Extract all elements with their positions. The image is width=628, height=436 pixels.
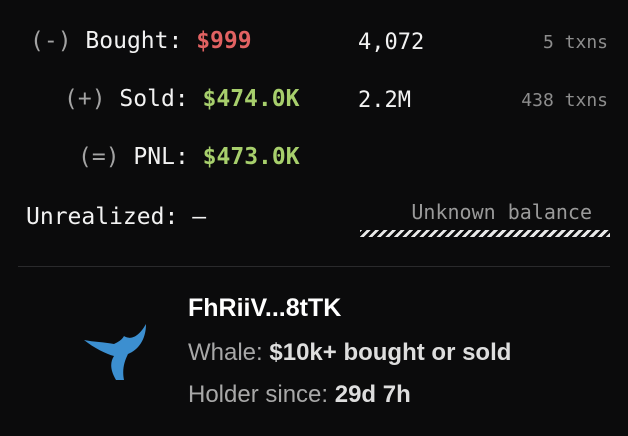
- unrealized-value: –: [192, 204, 207, 230]
- bought-quantity: 4,072: [358, 30, 425, 55]
- section-divider: [18, 266, 610, 267]
- sold-txns: 438 txns: [521, 90, 608, 111]
- bought-txns: 5 txns: [542, 32, 608, 53]
- sold-sign: (+): [64, 86, 106, 112]
- pnl-sign: (=): [78, 144, 120, 170]
- sold-quantity: 2.2M: [358, 88, 411, 113]
- whale-value: $10k+ bought or sold: [269, 339, 512, 366]
- unknown-balance-stripe: [360, 230, 610, 237]
- bought-label: Bought:: [85, 28, 183, 54]
- sold-amount: $474.0K: [202, 86, 300, 112]
- pnl-amount: $473.0K: [202, 144, 300, 170]
- wallet-address[interactable]: FhRiiV...8tTK: [188, 294, 341, 323]
- unrealized-row: Unrealized: –: [26, 204, 206, 230]
- sold-label: Sold:: [119, 86, 189, 112]
- holder-label: Holder since:: [188, 381, 329, 408]
- pnl-row: (=) PNL: $473.0K: [78, 144, 300, 170]
- whale-status: Whale: $10k+ bought or sold: [188, 339, 511, 367]
- holder-value: 29d 7h: [334, 381, 411, 408]
- pnl-label: PNL:: [133, 144, 189, 170]
- unknown-balance-label: Unknown balance: [411, 200, 592, 224]
- whale-label: Whale:: [188, 339, 263, 366]
- unrealized-label: Unrealized:: [26, 204, 179, 230]
- sold-row: (+) Sold: $474.0K: [64, 86, 299, 112]
- bought-row: (-) Bought: $999: [30, 28, 252, 54]
- holder-since: Holder since: 29d 7h: [188, 381, 411, 409]
- whale-tail-icon: [80, 318, 150, 382]
- bought-sign: (-): [30, 28, 72, 54]
- bought-amount: $999: [196, 28, 252, 54]
